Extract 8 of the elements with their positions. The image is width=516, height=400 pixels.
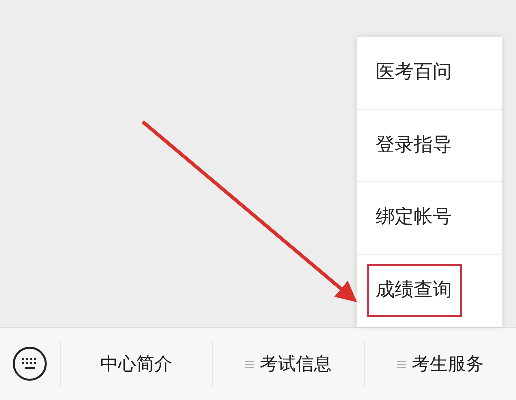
- menu-tab[interactable]: 中心简介: [61, 341, 213, 387]
- menu-item[interactable]: 成绩查询: [367, 264, 462, 318]
- menu-item[interactable]: 医考百问: [367, 46, 462, 100]
- keyboard-icon[interactable]: [12, 346, 48, 382]
- menu-tab[interactable]: 考试信息: [213, 341, 365, 387]
- menu-item[interactable]: 登录指导: [367, 118, 462, 172]
- menu-tab[interactable]: 考生服务: [365, 341, 516, 387]
- menu-item[interactable]: 绑定帐号: [367, 191, 462, 244]
